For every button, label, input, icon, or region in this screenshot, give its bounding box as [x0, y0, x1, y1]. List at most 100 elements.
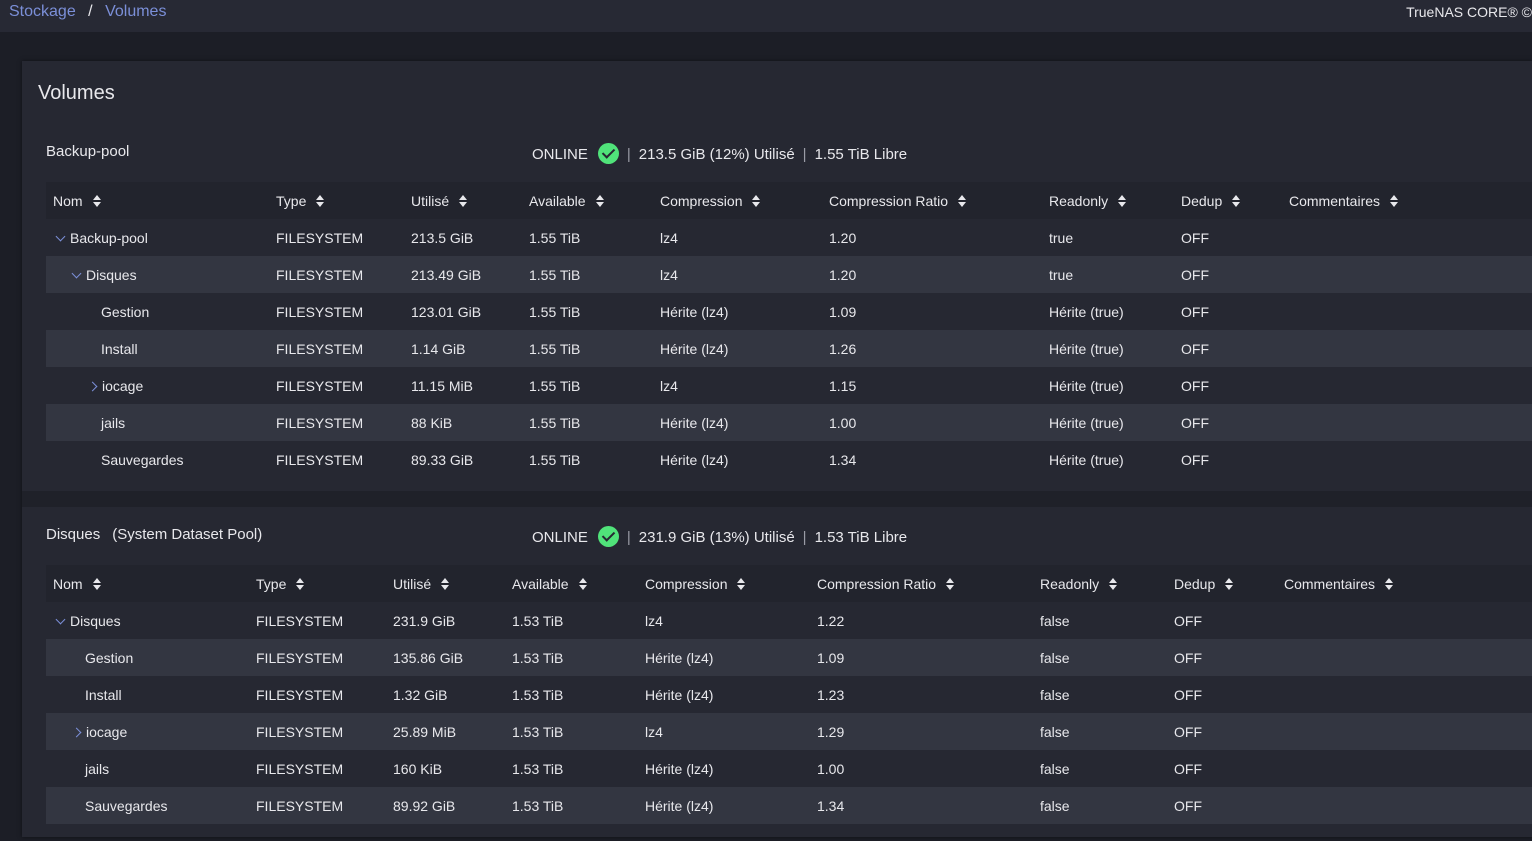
col-available-header[interactable]: Available: [522, 182, 653, 219]
col-compression-ratio-header[interactable]: Compression Ratio: [822, 182, 1042, 219]
sort-icon[interactable]: [1118, 194, 1127, 207]
sort-icon[interactable]: [459, 194, 468, 207]
table-row[interactable]: Install FILESYSTEM 1.14 GiB 1.55 TiB Hérite …: [46, 330, 1532, 367]
col-type-cell: FILESYSTEM: [269, 293, 404, 330]
dataset-table: Nom Type Utilisé Available Compression Compre…: [46, 182, 1532, 478]
table-row[interactable]: Sauvegardes FILESYSTEM 89.33 GiB 1.55 TiB Hé…: [46, 441, 1532, 478]
column-header-label: Dedup: [1181, 192, 1223, 209]
col-utilise-cell: 89.33 GiB: [404, 441, 522, 478]
pool-status-label: ONLINE: [532, 529, 588, 546]
col-nom-header[interactable]: Nom: [46, 565, 249, 602]
breadcrumb-volumes[interactable]: Volumes: [105, 3, 166, 20]
cell-value: Hérite (true): [1049, 377, 1124, 394]
col-commentaires-cell: [1277, 750, 1532, 787]
col-readonly-header[interactable]: Readonly: [1033, 565, 1167, 602]
cell-value: 1.14 GiB: [411, 340, 466, 357]
col-utilise-header[interactable]: Utilisé: [404, 182, 522, 219]
col-available-cell: 1.53 TiB: [505, 676, 638, 713]
col-compression-ratio-header[interactable]: Compression Ratio: [810, 565, 1033, 602]
chevron-down-icon[interactable]: [55, 231, 66, 241]
col-available-header[interactable]: Available: [505, 565, 638, 602]
table-row[interactable]: iocage FILESYSTEM 25.89 MiB 1.53 TiB lz4 1.29…: [46, 713, 1532, 750]
sort-icon[interactable]: [958, 194, 967, 207]
col-available-cell: 1.53 TiB: [505, 639, 638, 676]
col-compression-ratio-cell: 1.29: [810, 713, 1033, 750]
sort-icon[interactable]: [1109, 577, 1118, 590]
cell-value: 1.55 TiB: [529, 377, 581, 394]
dataset-table: Nom Type Utilisé Available Compression Compre…: [46, 565, 1532, 824]
dataset-name: Backup-pool: [70, 229, 148, 246]
pool-used: 213.5 GiB (12%) Utilisé: [638, 146, 795, 163]
column-header-label: Compression Ratio: [829, 192, 949, 209]
sort-icon[interactable]: [1385, 577, 1394, 590]
cell-value: 1.55 TiB: [529, 451, 581, 468]
col-commentaires-cell: [1277, 713, 1532, 750]
cell-value: false: [1040, 612, 1070, 629]
sort-icon[interactable]: [92, 577, 101, 590]
sort-icon[interactable]: [296, 577, 305, 590]
cell-value: 1.15: [829, 377, 857, 394]
col-commentaires-header[interactable]: Commentaires: [1282, 182, 1532, 219]
cell-value: 1.09: [829, 303, 857, 320]
chevron-down-icon[interactable]: [55, 614, 66, 624]
table-row[interactable]: Gestion FILESYSTEM 123.01 GiB 1.55 TiB Hérit…: [46, 293, 1532, 330]
table-row[interactable]: Backup-pool FILESYSTEM 213.5 GiB 1.55 TiB lz…: [46, 219, 1532, 256]
sort-icon[interactable]: [316, 194, 325, 207]
cell-value: 11.15 MiB: [411, 377, 473, 394]
check-circle-icon: [597, 143, 619, 164]
breadcrumb-stockage[interactable]: Stockage: [9, 3, 76, 20]
chevron-right-icon[interactable]: [71, 727, 82, 737]
col-commentaires-header[interactable]: Commentaires: [1277, 565, 1532, 602]
col-commentaires-cell: [1277, 639, 1532, 676]
cell-value: 160 KiB: [393, 760, 443, 777]
dataset-name: Install: [101, 340, 138, 357]
col-readonly-header[interactable]: Readonly: [1042, 182, 1174, 219]
col-compression-header[interactable]: Compression: [638, 565, 810, 602]
sort-icon[interactable]: [595, 194, 604, 207]
col-available-cell: 1.53 TiB: [505, 713, 638, 750]
cell-value: 1.32 GiB: [393, 686, 448, 703]
col-utilise-header[interactable]: Utilisé: [386, 565, 505, 602]
col-compression-cell: lz4: [638, 602, 810, 639]
pool-name-label: Disques: [46, 526, 101, 543]
sort-icon[interactable]: [1225, 577, 1234, 590]
col-type-header[interactable]: Type: [249, 565, 386, 602]
col-readonly-cell: false: [1033, 602, 1167, 639]
sort-icon[interactable]: [737, 577, 746, 590]
cell-value: false: [1040, 760, 1070, 777]
table-row[interactable]: jails FILESYSTEM 88 KiB 1.55 TiB Hérite (lz4…: [46, 404, 1532, 441]
sort-icon[interactable]: [441, 577, 450, 590]
table-row[interactable]: Install FILESYSTEM 1.32 GiB 1.53 TiB Hérite …: [46, 676, 1532, 713]
col-dedup-cell: OFF: [1174, 404, 1282, 441]
cell-value: 1.53 TiB: [512, 797, 564, 814]
col-type-cell: FILESYSTEM: [249, 676, 386, 713]
col-dedup-header[interactable]: Dedup: [1167, 565, 1277, 602]
cell-value: FILESYSTEM: [256, 649, 344, 666]
col-compression-ratio-cell: 1.09: [822, 293, 1042, 330]
column-header-label: Type: [276, 192, 307, 209]
table-row[interactable]: Disques FILESYSTEM 213.49 GiB 1.55 TiB lz4 1.…: [46, 256, 1532, 293]
col-compression-header[interactable]: Compression: [653, 182, 822, 219]
sort-icon[interactable]: [578, 577, 587, 590]
sort-icon[interactable]: [92, 194, 101, 207]
sort-icon[interactable]: [752, 194, 761, 207]
table-row[interactable]: jails FILESYSTEM 160 KiB 1.53 TiB Hérite (lz…: [46, 750, 1532, 787]
sort-icon[interactable]: [1232, 194, 1241, 207]
column-header-label: Nom: [53, 575, 83, 592]
col-nom-header[interactable]: Nom: [46, 182, 269, 219]
col-compression-ratio-cell: 1.23: [810, 676, 1033, 713]
cell-value: 1.26: [829, 340, 857, 357]
table-row[interactable]: Gestion FILESYSTEM 135.86 GiB 1.53 TiB Hérit…: [46, 639, 1532, 676]
col-dedup-cell: OFF: [1167, 750, 1277, 787]
sort-icon[interactable]: [946, 577, 955, 590]
sort-icon[interactable]: [1390, 194, 1399, 207]
table-row[interactable]: Sauvegardes FILESYSTEM 89.92 GiB 1.53 TiB Hé…: [46, 787, 1532, 824]
chevron-down-icon[interactable]: [71, 268, 82, 278]
table-row[interactable]: Disques FILESYSTEM 231.9 GiB 1.53 TiB lz4 1.2…: [46, 602, 1532, 639]
col-type-header[interactable]: Type: [269, 182, 404, 219]
cell-value: OFF: [1174, 760, 1202, 777]
chevron-right-icon[interactable]: [87, 381, 98, 391]
table-row[interactable]: iocage FILESYSTEM 11.15 MiB 1.55 TiB lz4 1.15…: [46, 367, 1532, 404]
col-dedup-header[interactable]: Dedup: [1174, 182, 1282, 219]
col-readonly-cell: true: [1042, 256, 1174, 293]
